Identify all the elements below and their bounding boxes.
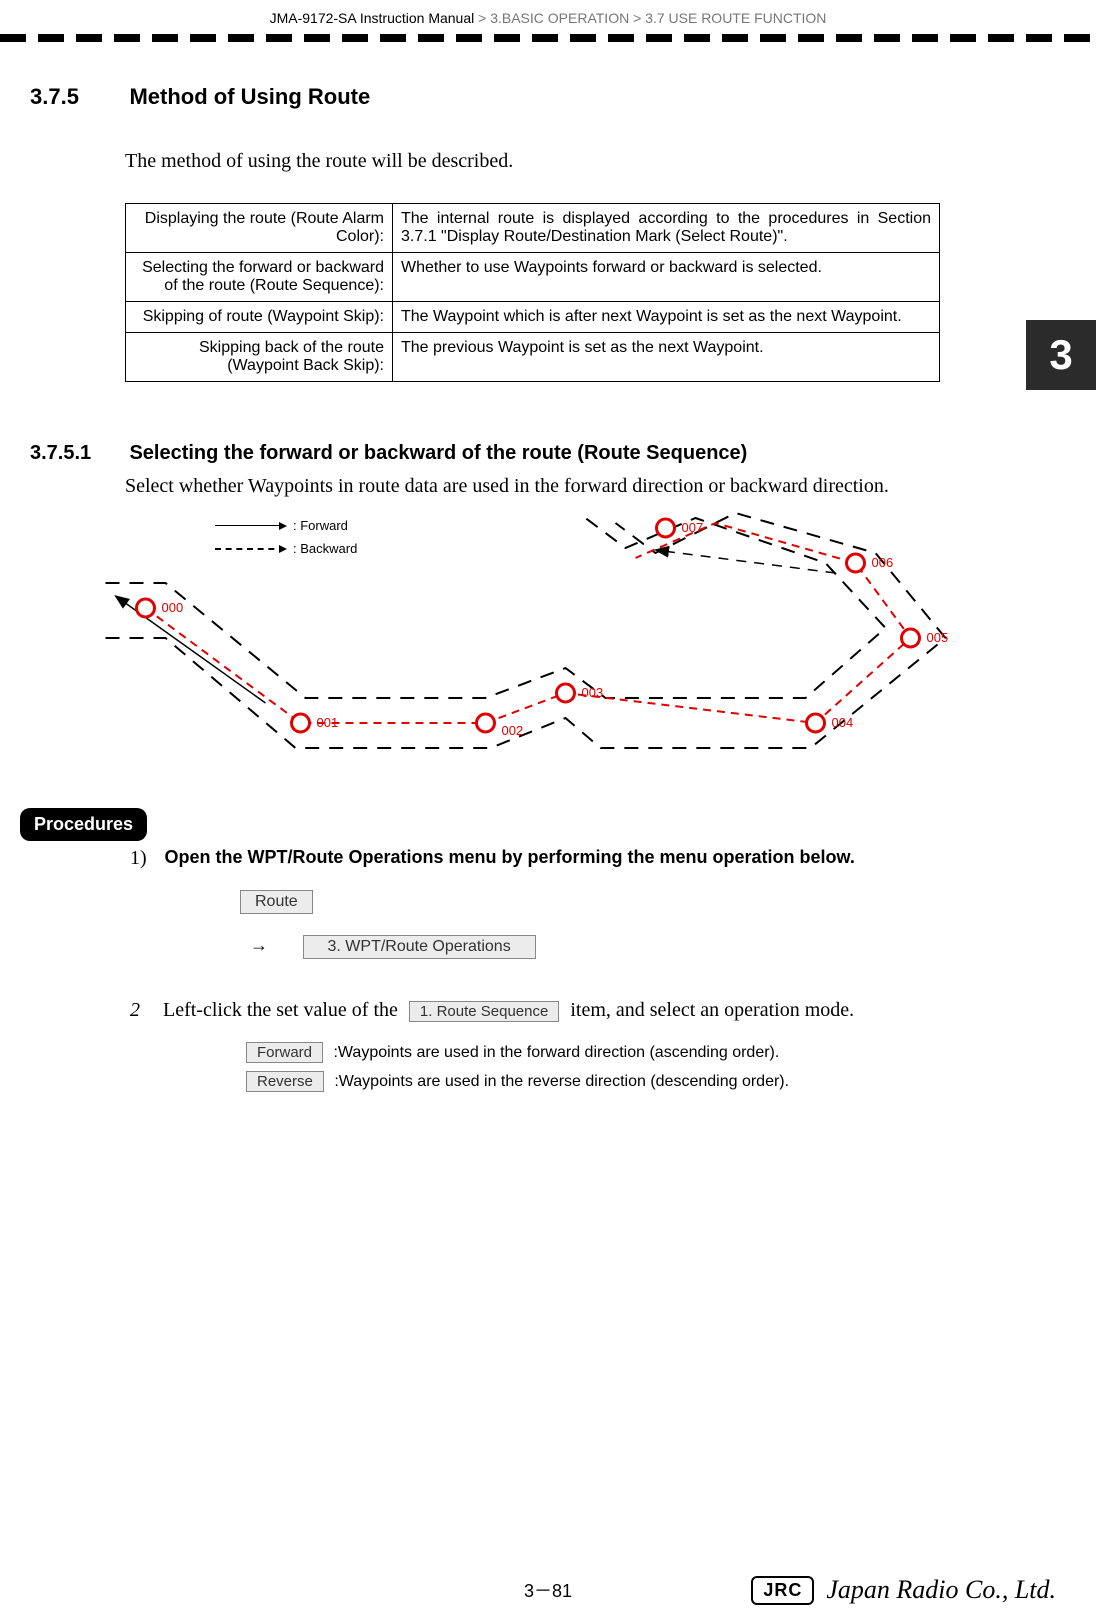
- breadcrumb: JMA-9172-SA Instruction Manual > 3.BASIC…: [0, 0, 1096, 30]
- waypoint-label: 001: [317, 715, 339, 730]
- step-1-text: Open the WPT/Route Operations menu by pe…: [164, 847, 854, 868]
- table-cell-right: Whether to use Waypoints forward or back…: [393, 253, 940, 302]
- table-row: Selecting the forward or backward of the…: [126, 253, 940, 302]
- subsection-number: 3.7.5.1: [30, 442, 125, 465]
- diagram-legend: : Forward : Backward: [215, 518, 357, 564]
- table-row: Skipping back of the route (Waypoint Bac…: [126, 333, 940, 382]
- legend-backward: : Backward: [293, 541, 357, 556]
- table-cell-left: Skipping back of the route (Waypoint Bac…: [126, 333, 393, 382]
- waypoint-label: 003: [582, 685, 604, 700]
- option-reverse-desc: :Waypoints are used in the reverse direc…: [334, 1073, 789, 1090]
- breadcrumb-sep: >: [633, 10, 641, 26]
- menu-button-route-sequence[interactable]: 1. Route Sequence: [409, 1001, 559, 1022]
- procedures-label: Procedures: [20, 808, 147, 841]
- step-2: 2 Left-click the set value of the 1. Rou…: [0, 959, 1096, 1022]
- breadcrumb-3: 3.7 USE ROUTE FUNCTION: [645, 10, 826, 26]
- brand-script: Japan Radio Co., Ltd.: [826, 1575, 1056, 1605]
- option-forward-desc: :Waypoints are used in the forward direc…: [333, 1044, 779, 1061]
- step-2-pre: Left-click the set value of the: [163, 999, 403, 1021]
- table-cell-left: Displaying the route (Route Alarm Color)…: [126, 204, 393, 253]
- backward-line-icon: [215, 548, 285, 550]
- option-forward[interactable]: Forward: [246, 1042, 323, 1063]
- waypoint-label: 005: [927, 630, 949, 645]
- legend-forward: : Forward: [293, 518, 348, 533]
- step-2-number: 2: [130, 999, 158, 1021]
- waypoint-label: 004: [832, 715, 854, 730]
- arrow-icon: →: [250, 935, 268, 956]
- page-number: 3－81: [524, 1577, 572, 1603]
- table-cell-right: The Waypoint which is after next Waypoin…: [393, 302, 940, 333]
- breadcrumb-sep: >: [478, 10, 486, 26]
- forward-line-icon: [215, 525, 285, 526]
- route-method-table: Displaying the route (Route Alarm Color)…: [125, 203, 940, 382]
- option-reverse[interactable]: Reverse: [246, 1071, 324, 1092]
- menu-button-wpt-operations[interactable]: 3. WPT/Route Operations: [303, 935, 536, 959]
- step-1-number: 1): [130, 847, 160, 870]
- table-cell-left: Selecting the forward or backward of the…: [126, 253, 393, 302]
- breadcrumb-2: 3.BASIC OPERATION: [490, 10, 629, 26]
- waypoint-label: 002: [502, 723, 524, 738]
- table-cell-right: The internal route is displayed accordin…: [393, 204, 940, 253]
- table-row: Skipping of route (Waypoint Skip): The W…: [126, 302, 940, 333]
- brand-logo: JRC Japan Radio Co., Ltd.: [751, 1575, 1056, 1605]
- brand-box: JRC: [751, 1576, 814, 1605]
- chapter-tab: 3: [1026, 320, 1096, 390]
- section-intro: The method of using the route will be de…: [0, 110, 1096, 193]
- divider-thick-dashed: [0, 34, 1096, 44]
- section-number: 3.7.5: [30, 84, 125, 110]
- menu-button-route[interactable]: Route: [240, 890, 313, 914]
- subsection-title: Selecting the forward or backward of the…: [129, 442, 747, 465]
- table-cell-left: Skipping of route (Waypoint Skip):: [126, 302, 393, 333]
- table-cell-right: The previous Waypoint is set as the next…: [393, 333, 940, 382]
- breadcrumb-manual: JMA-9172-SA Instruction Manual: [270, 10, 475, 26]
- section-title: Method of Using Route: [129, 84, 370, 110]
- route-diagram: : Forward : Backward 000 001 002 003: [95, 508, 1056, 768]
- waypoint-label: 007: [682, 520, 704, 535]
- subsection-intro: Select whether Waypoints in route data a…: [0, 465, 1096, 508]
- step-2-post: item, and select an operation mode.: [570, 999, 854, 1021]
- waypoint-label: 000: [162, 600, 184, 615]
- waypoint-label: 006: [872, 555, 894, 570]
- table-row: Displaying the route (Route Alarm Color)…: [126, 204, 940, 253]
